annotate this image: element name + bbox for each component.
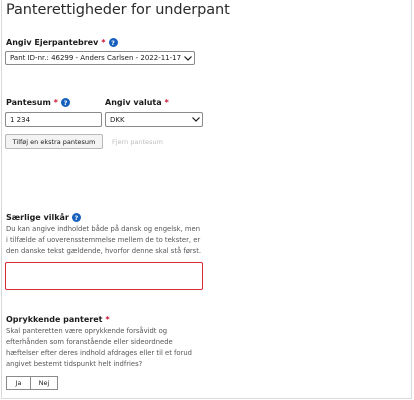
ejerpantebrev-label: Angiv Ejerpantebrev bbox=[6, 38, 99, 47]
oprykkende-label-row: Oprykkende panteret * bbox=[6, 315, 110, 324]
help-circle-icon[interactable]: ? bbox=[60, 98, 70, 107]
no-button[interactable]: Nej bbox=[30, 376, 58, 390]
pantesum-input[interactable]: 1 234 bbox=[5, 112, 102, 127]
required-mark: * bbox=[101, 38, 106, 47]
remove-pantesum-button[interactable]: Fjern pantesum bbox=[105, 134, 170, 149]
add-pantesum-button[interactable]: Tilføj en ekstra pantesum bbox=[5, 134, 103, 149]
required-mark: * bbox=[53, 98, 58, 107]
vilkaar-label-row: Særlige vilkår ? bbox=[6, 213, 81, 222]
ejerpantebrev-label-row: Angiv Ejerpantebrev * ? bbox=[6, 38, 118, 47]
oprykkende-label: Oprykkende panteret bbox=[6, 315, 103, 324]
valuta-label-row: Angiv valuta * bbox=[105, 98, 169, 107]
oprykkende-description: Skal panteretten være oprykkende forsåvi… bbox=[6, 327, 192, 368]
help-circle-icon[interactable]: ? bbox=[71, 213, 81, 222]
valuta-label: Angiv valuta bbox=[105, 98, 162, 107]
vilkaar-label: Særlige vilkår bbox=[6, 213, 69, 222]
help-circle-icon[interactable]: ? bbox=[108, 38, 118, 47]
vilkaar-textarea[interactable] bbox=[5, 262, 203, 290]
pantesum-label-row: Pantesum * ? bbox=[6, 98, 70, 107]
vilkaar-description: Du kan angive indholdet både på dansk og… bbox=[6, 225, 202, 255]
required-mark: * bbox=[164, 98, 169, 107]
page-title: Panterettigheder for underpant bbox=[6, 2, 230, 18]
pantesum-label: Pantesum bbox=[6, 98, 51, 107]
required-mark: * bbox=[105, 315, 110, 324]
ejerpantebrev-selected-value: Pant ID-nr.: 46299 - Anders Carlsen - 20… bbox=[10, 54, 182, 62]
chevron-down-icon bbox=[182, 55, 194, 61]
yes-button[interactable]: Ja bbox=[6, 376, 31, 390]
chevron-down-icon bbox=[190, 117, 202, 122]
valuta-selected-value: DKK bbox=[110, 115, 125, 124]
valuta-select[interactable]: DKK bbox=[105, 112, 203, 127]
ejerpantebrev-select[interactable]: Pant ID-nr.: 46299 - Anders Carlsen - 20… bbox=[5, 51, 195, 65]
